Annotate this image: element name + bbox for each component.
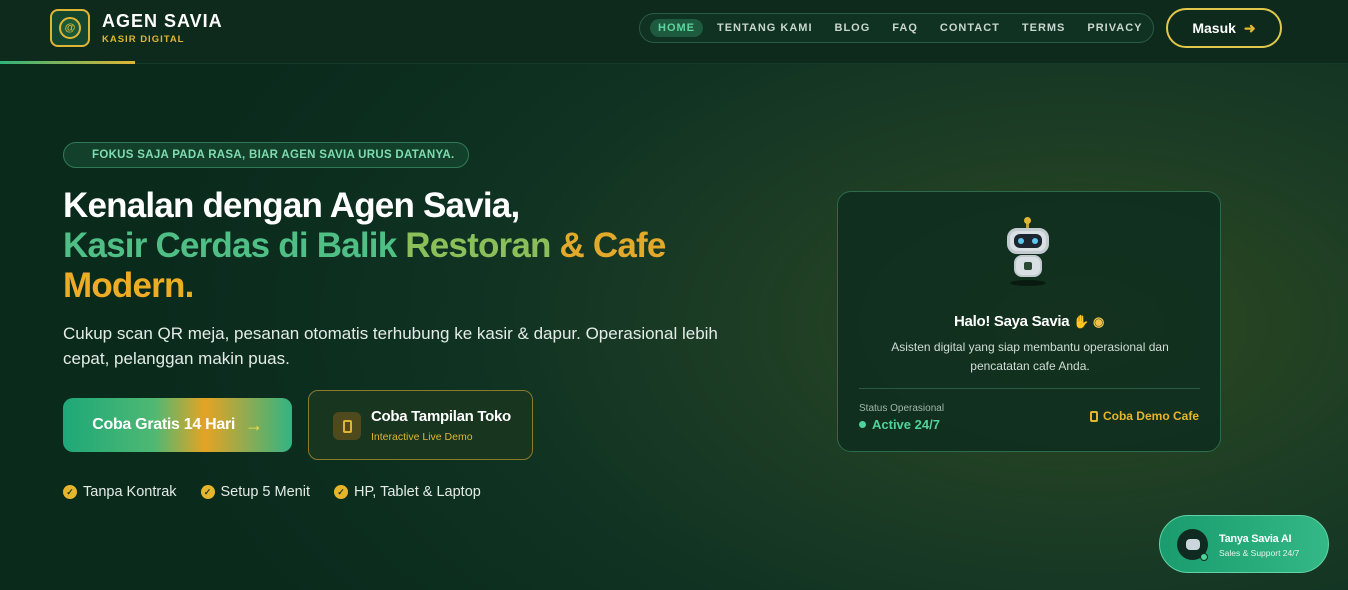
- feature-item: ✓ Tanpa Kontrak: [63, 484, 177, 500]
- brand-subtitle: KASIR DIGITAL: [102, 34, 185, 45]
- store-demo-subtitle: Interactive Live Demo: [371, 431, 473, 443]
- headline-line-1: Kenalan dengan Agen Savia,: [63, 186, 520, 225]
- check-icon: ✓: [200, 485, 215, 499]
- check-icon: ✓: [63, 485, 77, 499]
- assistant-card: Halo! Saya Savia ✋ ◉ Asisten digital yan…: [837, 191, 1221, 452]
- status-dot-icon: [859, 421, 866, 428]
- hero-tagline: FOKUS SAJA PADA RASA, BIAR AGEN SAVIA UR…: [63, 142, 470, 168]
- feature-label: Setup 5 Menit: [220, 484, 310, 500]
- feature-label: Tanpa Kontrak: [83, 484, 177, 500]
- robot-icon: [1185, 539, 1200, 550]
- login-arrow-icon: ➜: [1243, 19, 1256, 36]
- hero-description: Cukup scan QR meja, pesanan otomatis ter…: [63, 324, 718, 368]
- robot-face-icon: ◉: [1092, 314, 1104, 329]
- brand-name[interactable]: AGEN SAVIA: [102, 11, 223, 32]
- top-navigation-bar: @ AGEN SAVIA KASIR DIGITAL HOME TENTANG …: [0, 0, 1348, 64]
- main-nav: HOME TENTANG KAMI BLOG FAQ CONTACT TERMS…: [639, 13, 1154, 43]
- feature-item: ✓ HP, Tablet & Laptop: [334, 484, 481, 500]
- headline-part-cafe: & Cafe: [559, 226, 667, 265]
- headline-line-3: Modern.: [63, 266, 194, 305]
- assistant-title: Halo! Saya Savia: [954, 313, 1070, 330]
- nav-terms[interactable]: TERMS: [1014, 19, 1074, 37]
- wave-hand-icon: ✋: [1073, 314, 1090, 329]
- nav-blog[interactable]: BLOG: [827, 19, 879, 37]
- brand-logo[interactable]: @: [50, 9, 90, 47]
- feature-item: ✓ Setup 5 Menit: [200, 484, 310, 500]
- store-demo-button[interactable]: Coba Tampilan Toko Interactive Live Demo: [308, 390, 533, 460]
- nav-contact[interactable]: CONTACT: [932, 19, 1008, 37]
- free-trial-button[interactable]: Coba Gratis 14 Hari →: [63, 398, 292, 452]
- logo-icon: @: [59, 17, 81, 39]
- check-icon: ✓: [334, 485, 348, 499]
- nav-tentang-kami[interactable]: TENTANG KAMI: [709, 19, 821, 37]
- online-indicator: [1200, 553, 1208, 561]
- phone-icon: [333, 412, 361, 440]
- feature-label: HP, Tablet & Laptop: [354, 484, 481, 500]
- arrow-right-icon: →: [245, 414, 263, 435]
- topbar-accent-line: [0, 61, 135, 64]
- nav-faq[interactable]: FAQ: [884, 19, 926, 37]
- chat-subtitle: Sales & Support 24/7: [1219, 548, 1300, 558]
- free-trial-label: Coba Gratis 14 Hari: [92, 416, 236, 433]
- phone-icon: [1089, 410, 1098, 422]
- assistant-greeting: Halo! Saya Savia ✋ ◉: [838, 313, 1220, 330]
- login-button[interactable]: Masuk ➜: [1166, 8, 1282, 48]
- assistant-description: Asisten digital yang siap membantu opera…: [891, 340, 1169, 373]
- headline-part-kasir: Kasir Cerdas di Balik: [63, 226, 406, 265]
- store-demo-title: Coba Tampilan Toko: [371, 408, 511, 425]
- card-divider: [859, 388, 1200, 389]
- demo-cafe-link[interactable]: Coba Demo Cafe: [1089, 409, 1199, 423]
- status-label: Status Operasional: [859, 403, 945, 414]
- headline-line-2: Kasir Cerdas di Balik Restoran & Cafe: [63, 226, 666, 266]
- chat-widget-button[interactable]: Tanya Savia AI Sales & Support 24/7: [1159, 515, 1329, 573]
- nav-home[interactable]: HOME: [650, 19, 703, 37]
- chat-title: Tanya Savia AI: [1219, 533, 1292, 545]
- login-label: Masuk: [1192, 20, 1236, 36]
- demo-cafe-label: Coba Demo Cafe: [1102, 409, 1199, 423]
- status-text: Active 24/7: [872, 417, 940, 432]
- feature-list: ✓ Tanpa Kontrak ✓ Setup 5 Menit ✓ HP, Ta…: [63, 484, 505, 500]
- status-value: Active 24/7: [859, 417, 940, 432]
- headline-part-restoran: Restoran: [405, 226, 560, 265]
- nav-privacy[interactable]: PRIVACY: [1079, 19, 1150, 37]
- robot-icon: [1004, 217, 1056, 290]
